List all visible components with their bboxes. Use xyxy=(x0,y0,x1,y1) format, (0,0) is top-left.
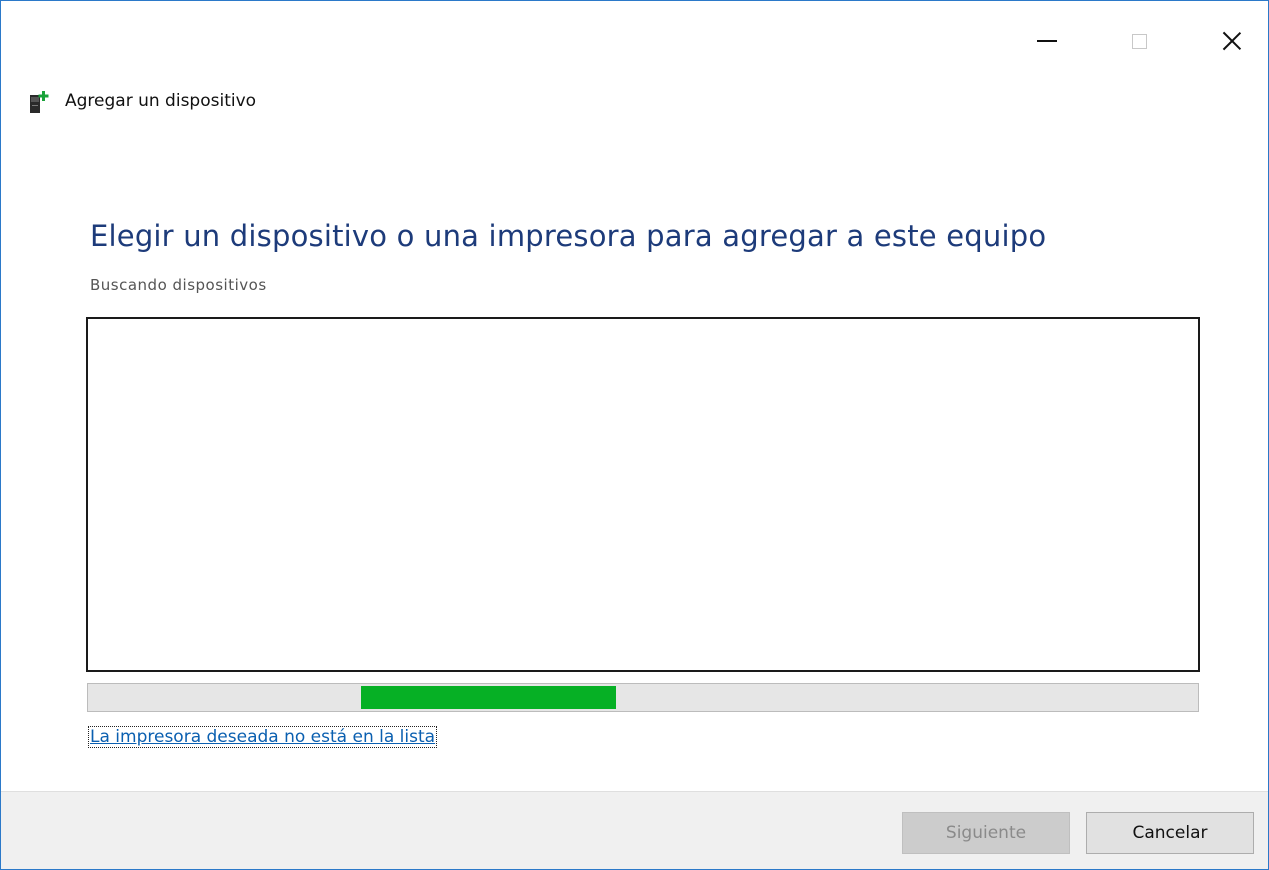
next-button[interactable]: Siguiente xyxy=(902,812,1070,854)
search-status: Buscando dispositivos xyxy=(90,276,267,294)
search-progress-bar xyxy=(87,683,1199,712)
page-heading: Elegir un dispositivo o una impresora pa… xyxy=(90,219,1047,253)
close-button[interactable] xyxy=(1204,11,1260,71)
device-list[interactable] xyxy=(86,317,1200,672)
progress-indicator xyxy=(361,686,616,709)
minimize-button[interactable] xyxy=(1019,11,1075,71)
printer-not-listed-link[interactable]: La impresora deseada no está en la lista xyxy=(88,726,438,748)
add-device-icon xyxy=(27,89,51,113)
maximize-icon xyxy=(1131,33,1147,49)
dialog-title: Agregar un dispositivo xyxy=(65,91,257,111)
close-icon xyxy=(1222,31,1242,51)
title-bar xyxy=(1,1,1268,81)
minimize-icon xyxy=(1037,40,1057,42)
maximize-button[interactable] xyxy=(1111,11,1167,71)
dialog-footer: Siguiente Cancelar xyxy=(1,791,1268,869)
cancel-button[interactable]: Cancelar xyxy=(1086,812,1254,854)
dialog-header: Agregar un dispositivo xyxy=(27,87,256,115)
add-device-window: Agregar un dispositivo Elegir un disposi… xyxy=(0,0,1269,870)
